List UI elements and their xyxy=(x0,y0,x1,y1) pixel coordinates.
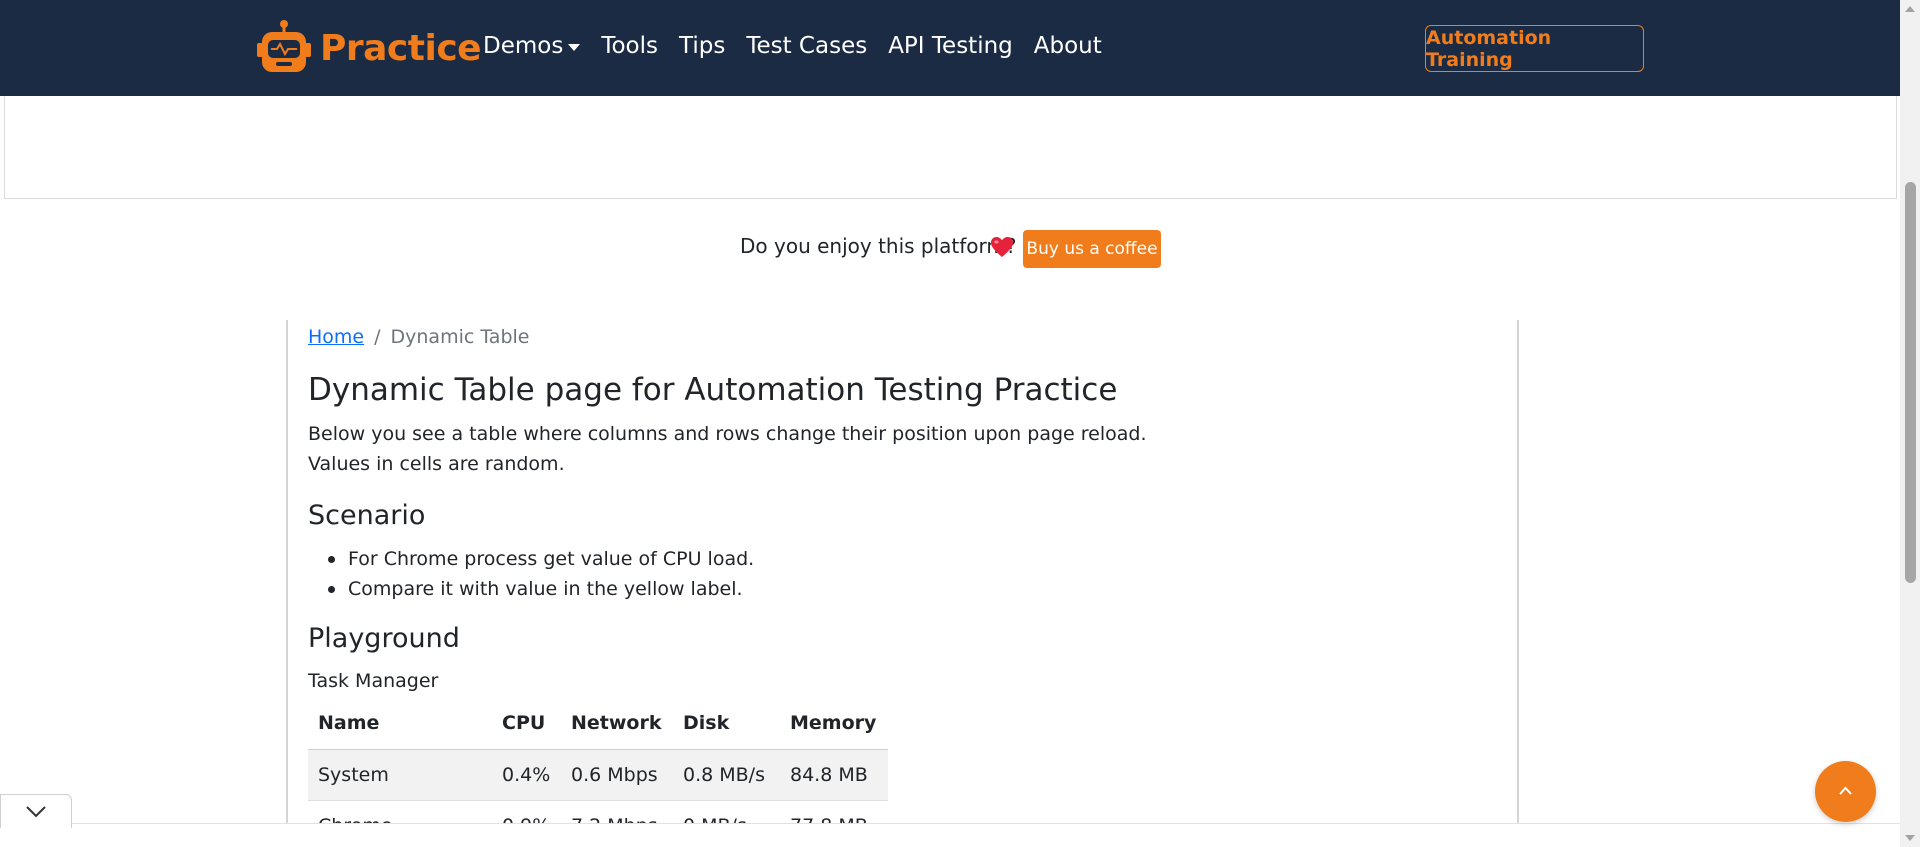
page-description-line-2: Values in cells are random. xyxy=(308,453,565,475)
table-cell: 0.8 MB/s xyxy=(673,749,780,801)
buy-coffee-button[interactable]: Buy us a coffee xyxy=(1023,230,1161,268)
nav-demos-label: Demos xyxy=(483,33,564,59)
chevron-down-icon xyxy=(26,806,46,818)
main-content: Home / Dynamic Table Dynamic Table page … xyxy=(286,320,1519,847)
scenario-item: Compare it with value in the yellow labe… xyxy=(308,574,754,604)
nav-links: Demos Tools Tips Test Cases API Testing … xyxy=(483,33,1123,59)
nav-demos-dropdown[interactable]: Demos xyxy=(483,33,581,59)
chevron-up-icon xyxy=(1839,786,1852,795)
scrollbar-thumb[interactable] xyxy=(1905,182,1916,583)
table-cell: System xyxy=(308,749,492,801)
table-cell: 0.4% xyxy=(492,749,561,801)
ad-container xyxy=(4,96,1897,199)
scroll-up-arrow-icon[interactable] xyxy=(1905,6,1915,12)
table-cell: 0.6 Mbps xyxy=(561,749,673,801)
column-header-name: Name xyxy=(308,698,492,750)
automation-training-button[interactable]: Automation Training xyxy=(1425,25,1644,72)
page-scrollbar[interactable] xyxy=(1900,0,1920,847)
nav-test-cases[interactable]: Test Cases xyxy=(746,33,867,59)
playground-heading: Playground xyxy=(308,623,460,654)
brand-name: Practice xyxy=(320,27,482,69)
nav-api-testing[interactable]: API Testing xyxy=(888,33,1013,59)
page-title: Dynamic Table page for Automation Testin… xyxy=(308,372,1118,408)
table-row: System 0.4% 0.6 Mbps 0.8 MB/s 84.8 MB xyxy=(308,749,888,801)
nav-tips[interactable]: Tips xyxy=(679,33,725,59)
table-caption: Task Manager xyxy=(308,670,439,692)
coffee-prompt-text: Do you enjoy this platform? xyxy=(740,234,1017,258)
breadcrumb-separator: / xyxy=(374,326,381,348)
column-header-cpu: CPU xyxy=(492,698,561,750)
bottom-ad-bar xyxy=(0,823,1900,847)
scenario-heading: Scenario xyxy=(308,500,426,531)
page-description-line-1: Below you see a table where columns and … xyxy=(308,423,1147,445)
column-header-network: Network xyxy=(561,698,673,750)
scroll-to-top-button[interactable] xyxy=(1815,761,1876,822)
table-header-row: Name CPU Network Disk Memory xyxy=(308,698,888,750)
nav-about[interactable]: About xyxy=(1034,33,1102,59)
caret-down-icon xyxy=(568,43,581,51)
table-cell: 84.8 MB xyxy=(780,749,888,801)
heart-icon xyxy=(991,237,1013,257)
breadcrumb: Home / Dynamic Table xyxy=(308,326,529,348)
scenario-list: For Chrome process get value of CPU load… xyxy=(308,544,754,604)
collapse-ad-button[interactable] xyxy=(0,794,72,828)
column-header-memory: Memory xyxy=(780,698,888,750)
scroll-down-arrow-icon[interactable] xyxy=(1905,835,1915,841)
breadcrumb-current: Dynamic Table xyxy=(390,326,530,348)
nav-tools[interactable]: Tools xyxy=(601,33,658,59)
breadcrumb-home-link[interactable]: Home xyxy=(308,326,364,348)
robot-logo-icon xyxy=(257,20,311,72)
brand-logo-link[interactable]: Practice xyxy=(254,18,482,78)
scenario-item: For Chrome process get value of CPU load… xyxy=(308,544,754,574)
column-header-disk: Disk xyxy=(673,698,780,750)
top-navbar: Practice Demos Tools Tips Test Cases API… xyxy=(0,0,1900,96)
